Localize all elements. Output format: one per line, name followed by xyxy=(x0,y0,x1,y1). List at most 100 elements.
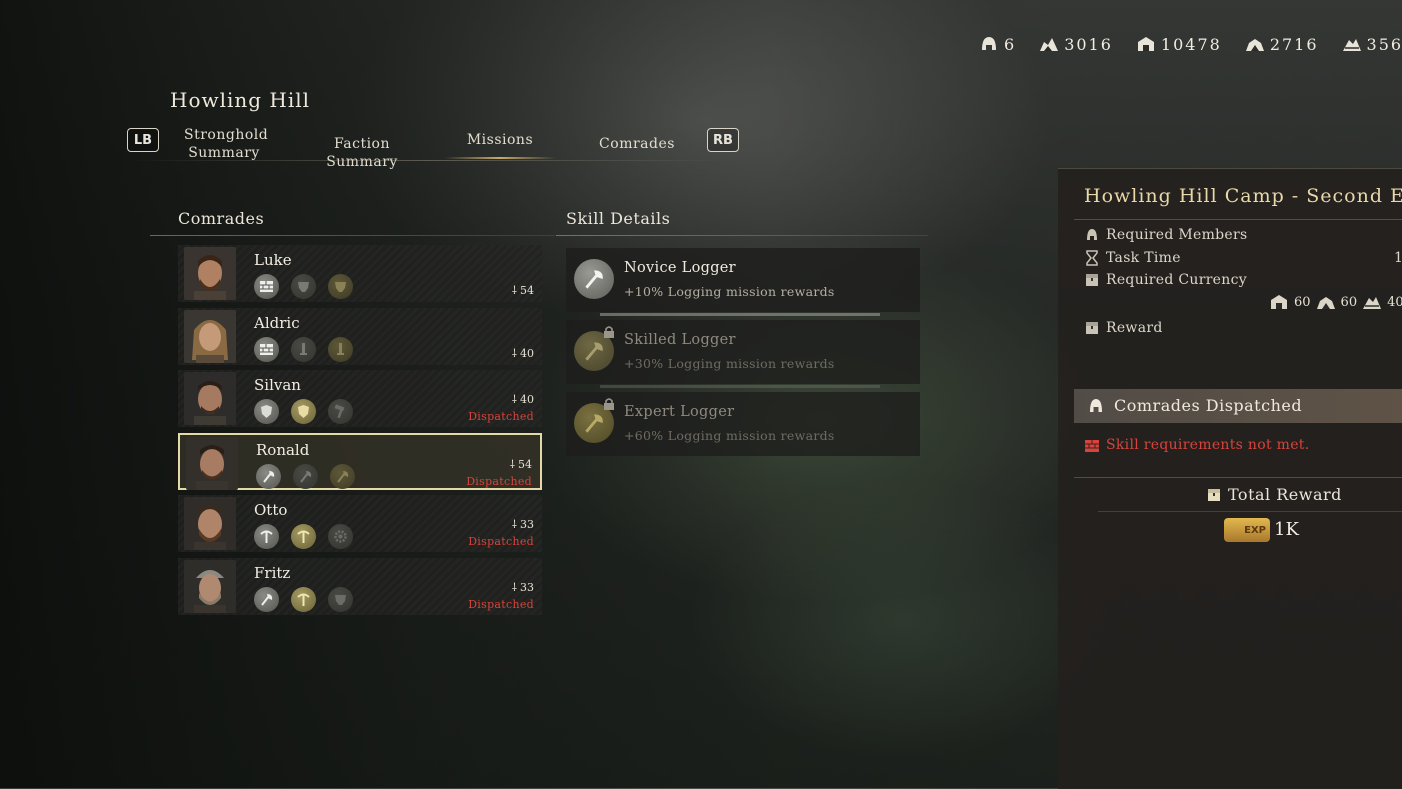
tab-missions[interactable]: Missions xyxy=(444,131,556,159)
skill-description: +10% Logging mission rewards xyxy=(624,284,835,299)
sword-level-icon: ⸸ xyxy=(511,393,517,407)
comrade-row-fritz[interactable]: Fritz ⸸ 33 Dispatched xyxy=(178,557,542,615)
resource-bar: 6 3016 10478 2716 3566 xyxy=(978,34,1402,54)
skill-title: Novice Logger xyxy=(624,260,736,276)
resource-ore: 3016 xyxy=(1038,34,1113,54)
tab-faction-summary[interactable]: Faction Summary xyxy=(296,135,428,171)
resource-grain-value: 3566 xyxy=(1366,34,1402,54)
skill-card-expert-logger[interactable]: Expert Logger +60% Logging mission rewar… xyxy=(566,392,920,456)
axe-icon xyxy=(256,463,281,489)
chest-icon xyxy=(1208,489,1220,501)
skill-requirement-warning: Skill requirements not met. xyxy=(1106,437,1310,453)
sword-level-icon: ⸸ xyxy=(511,518,517,532)
currency-costs: 60 60 400 xyxy=(1268,293,1402,311)
axe-icon xyxy=(293,463,318,489)
camp-title: Howling Hill xyxy=(170,88,311,112)
skill-card-novice-logger[interactable]: Novice Logger +10% Logging mission rewar… xyxy=(566,248,920,312)
dispatched-status: Dispatched xyxy=(468,535,534,549)
portrait-aldric xyxy=(184,309,236,363)
sword-level-icon: ⸸ xyxy=(511,284,517,297)
resource-helmet: 6 xyxy=(978,34,1016,54)
wood-icon xyxy=(1137,37,1154,51)
brick-icon xyxy=(254,336,279,362)
shield-icon xyxy=(291,399,316,425)
sword-icon xyxy=(328,336,353,362)
comrades-dispatched-bar[interactable]: Comrades Dispatched xyxy=(1074,389,1402,423)
required-members-label: Required Members xyxy=(1106,227,1248,243)
resource-ore-value: 3016 xyxy=(1064,34,1113,54)
chest-icon xyxy=(1086,274,1098,286)
comrade-level: ⸸ 54 xyxy=(509,457,532,471)
required-currency-label: Required Currency xyxy=(1106,272,1247,288)
resource-helmet-value: 6 xyxy=(1004,34,1017,54)
mask-icon xyxy=(328,274,353,299)
axe-icon xyxy=(574,259,614,299)
skill-description: +60% Logging mission rewards xyxy=(624,428,835,443)
reward-label: Reward xyxy=(1106,320,1163,336)
nav-tabs: LB Stronghold Summary Faction Summary Mi… xyxy=(126,122,746,170)
resource-stone: 2716 xyxy=(1244,34,1319,54)
comrade-row-silvan[interactable]: Silvan ⸸ 40 Dispatched xyxy=(178,370,542,428)
stone-icon xyxy=(1316,297,1335,309)
resource-wood-value: 10478 xyxy=(1160,34,1222,54)
comrade-name: Luke xyxy=(254,251,292,269)
axe-icon xyxy=(254,586,279,612)
exp-reward-value: 1K xyxy=(1274,519,1299,540)
tab-comrades[interactable]: Comrades xyxy=(596,135,678,153)
helmet-icon xyxy=(1087,229,1097,240)
mask-icon xyxy=(291,274,316,299)
portrait-luke xyxy=(184,247,236,300)
shield-icon xyxy=(254,399,279,425)
pickaxe-icon xyxy=(291,524,316,550)
pickaxe-icon xyxy=(291,586,316,612)
lb-button[interactable]: LB xyxy=(127,128,159,152)
skill-details-divider xyxy=(556,235,928,236)
comrade-name: Fritz xyxy=(254,563,291,582)
skill-progress-bar xyxy=(600,385,880,388)
comrades-title: Comrades xyxy=(178,209,265,228)
skill-title: Expert Logger xyxy=(624,404,735,420)
task-time-label: Task Time xyxy=(1106,250,1181,266)
comrade-row-otto[interactable]: Otto ⸸ 33 Dispatched xyxy=(178,495,542,553)
comrade-row-luke[interactable]: Luke ⸸ 54 xyxy=(178,245,542,302)
comrade-name: Silvan xyxy=(254,376,301,395)
mask-icon xyxy=(328,586,353,612)
comrade-level: ⸸ 33 xyxy=(511,518,534,532)
reward-top-divider xyxy=(1074,477,1402,478)
rb-button[interactable]: RB xyxy=(707,128,739,152)
comrade-skills xyxy=(256,463,355,489)
sword-level-icon: ⸸ xyxy=(511,580,517,594)
skill-card-skilled-logger[interactable]: Skilled Logger +30% Logging mission rewa… xyxy=(566,320,920,384)
portrait-fritz xyxy=(184,559,236,613)
comrade-level: ⸸ 54 xyxy=(511,284,534,297)
cost-grain: 400 xyxy=(1387,294,1402,310)
comrade-name: Aldric xyxy=(254,313,300,332)
helmet-icon xyxy=(1090,399,1102,412)
stone-icon xyxy=(1245,39,1264,51)
comrade-row-aldric[interactable]: Aldric ⸸ 40 xyxy=(178,307,542,365)
comrade-name: Ronald xyxy=(256,440,310,459)
comrade-skills xyxy=(254,274,353,299)
skill-details-title: Skill Details xyxy=(566,209,671,228)
skill-progress-bar xyxy=(600,313,880,316)
chest-icon xyxy=(1086,322,1098,334)
task-time-value: 1 xyxy=(1394,250,1402,266)
portrait-silvan xyxy=(184,372,236,426)
hourglass-icon xyxy=(1086,250,1098,266)
lock-icon xyxy=(604,398,614,410)
comrade-list: Luke ⸸ 54 Aldric ⸸ 40 Silvan ⸸ 40 Dispat… xyxy=(178,245,542,621)
comrade-level: ⸸ 40 xyxy=(511,393,534,407)
pickaxe-icon xyxy=(254,524,279,550)
wood-icon xyxy=(1271,295,1287,309)
portrait-otto xyxy=(184,497,236,551)
sword-level-icon: ⸸ xyxy=(511,346,517,360)
tab-stronghold-summary[interactable]: Stronghold Summary xyxy=(184,126,268,162)
resource-grain: 3566 xyxy=(1341,34,1402,54)
warning-brick-icon xyxy=(1085,440,1099,452)
comrade-level: ⸸ 40 xyxy=(511,346,534,360)
sword-icon xyxy=(291,336,316,362)
comrades-dispatched-label: Comrades Dispatched xyxy=(1114,396,1303,415)
helmet-icon xyxy=(982,37,996,50)
dispatched-status: Dispatched xyxy=(466,474,532,488)
comrade-row-ronald[interactable]: Ronald ⸸ 54 Dispatched xyxy=(178,432,542,490)
